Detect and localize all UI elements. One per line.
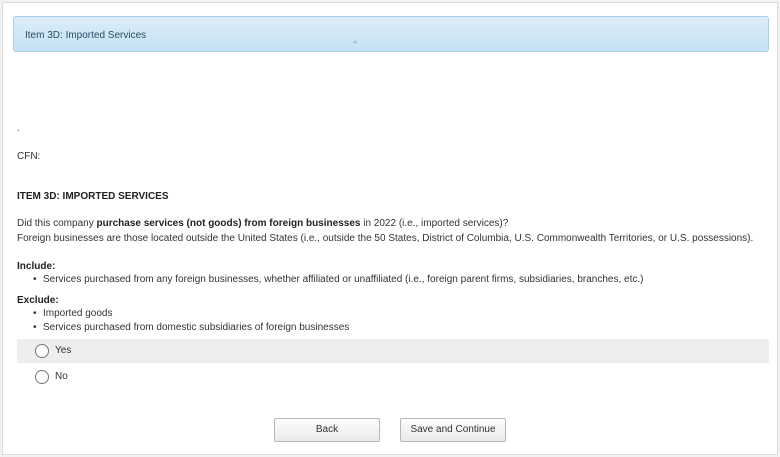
survey-page: Item 3D: Imported Services « . CFN: ITEM… [2,2,778,455]
radio-button-yes[interactable] [35,344,49,358]
list-item: Imported goods [33,307,349,321]
radio-label-no[interactable]: No [55,371,68,382]
question-prefix: Did this company [17,218,97,229]
radio-label-yes[interactable]: Yes [55,345,71,356]
radio-button-no[interactable] [35,370,49,384]
question-text: Did this company purchase services (not … [17,216,767,246]
question-suffix: in 2022 (i.e., imported services)? [360,218,509,229]
include-label: Include: [17,261,56,272]
section-header-bar: Item 3D: Imported Services « [13,16,769,52]
company-name-placeholder: . [17,123,20,134]
list-item: Services purchased from domestic subsidi… [33,321,349,335]
section-title: Item 3D: Imported Services [25,30,147,41]
save-and-continue-button[interactable]: Save and Continue [400,418,506,442]
item-heading: ITEM 3D: IMPORTED SERVICES [17,191,169,202]
question-line: Did this company purchase services (not … [17,216,767,231]
radio-option-no[interactable]: No [17,365,769,389]
back-button[interactable]: Back [274,418,380,442]
question-emphasis: purchase services (not goods) from forei… [96,218,361,229]
exclude-list: Imported goods Services purchased from d… [33,307,349,335]
radio-option-yes[interactable]: Yes [17,339,769,363]
include-list: Services purchased from any foreign busi… [33,273,644,287]
header-marker: « [353,39,357,46]
cfn-label: CFN: [17,151,41,162]
foreign-business-definition: Foreign businesses are those located out… [17,233,754,244]
exclude-label: Exclude: [17,295,59,306]
list-item: Services purchased from any foreign busi… [33,273,644,287]
